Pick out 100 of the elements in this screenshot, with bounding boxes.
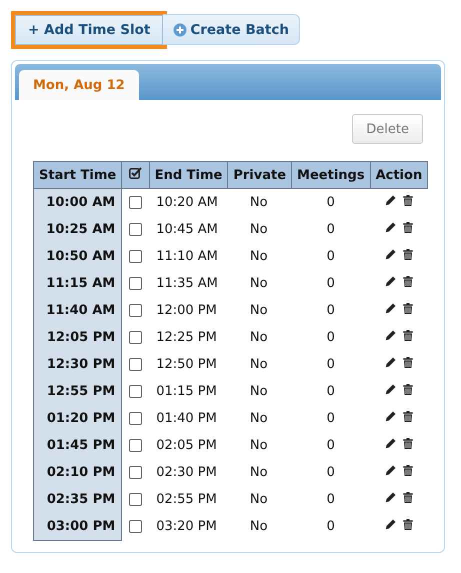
meetings-count: 0 (326, 249, 335, 264)
end-time: 10:45 AM (156, 222, 218, 237)
trash-icon[interactable] (402, 303, 413, 314)
checkbox[interactable] (129, 250, 142, 263)
pencil-icon[interactable] (384, 465, 396, 476)
trash-icon[interactable] (402, 276, 413, 287)
start-time: 12:05 PM (46, 330, 116, 345)
private-value: No (250, 438, 268, 453)
end-time: 02:30 PM (156, 465, 217, 480)
trash-icon[interactable] (402, 411, 413, 422)
trash-icon[interactable] (402, 438, 413, 449)
start-time: 11:15 AM (46, 276, 116, 291)
checkbox[interactable] (129, 330, 142, 344)
private-value: No (250, 492, 268, 507)
start-time: 11:40 AM (46, 303, 116, 318)
private-value: No (250, 276, 268, 291)
end-time: 11:35 AM (156, 276, 218, 291)
pencil-icon[interactable] (384, 492, 396, 503)
start-time: 03:00 PM (46, 519, 116, 534)
private-value: No (250, 411, 268, 426)
checkbox[interactable] (129, 304, 142, 317)
private-value: No (250, 384, 268, 399)
plus-circle-icon (173, 22, 188, 36)
start-time: 01:20 PM (46, 411, 116, 426)
checkbox[interactable] (129, 520, 142, 534)
meetings-count: 0 (326, 303, 335, 318)
checkbox-icon (128, 167, 142, 179)
trash-icon[interactable] (402, 222, 413, 233)
meetings-count: 0 (326, 492, 335, 507)
end-time: 12:50 PM (156, 357, 217, 372)
pencil-icon[interactable] (384, 384, 396, 395)
meetings-count: 0 (326, 465, 335, 480)
trash-icon[interactable] (402, 249, 413, 260)
private-value: No (250, 303, 268, 318)
meetings-count: 0 (326, 384, 335, 399)
start-time: 10:00 AM (46, 195, 116, 210)
column-header: Action (376, 168, 422, 182)
toolbar-button[interactable]: Create Batch (163, 14, 300, 45)
trash-icon[interactable] (402, 195, 413, 206)
start-time: 12:30 PM (46, 357, 116, 372)
checkbox[interactable] (129, 466, 142, 479)
delete-button[interactable]: Delete (352, 114, 423, 144)
checkbox[interactable] (129, 412, 142, 425)
private-value: No (250, 195, 268, 210)
meetings-count: 0 (326, 330, 335, 345)
meetings-count: 0 (326, 411, 335, 426)
private-value: No (250, 249, 268, 264)
pencil-icon[interactable] (384, 249, 396, 260)
trash-icon[interactable] (402, 384, 413, 395)
meetings-count: 0 (326, 276, 335, 291)
private-value: No (250, 222, 268, 237)
checkbox[interactable] (129, 384, 142, 398)
start-time: 01:45 PM (46, 438, 116, 453)
pencil-icon[interactable] (384, 195, 396, 206)
end-time: 03:20 PM (156, 519, 217, 534)
trash-icon[interactable] (402, 519, 413, 530)
trash-icon[interactable] (402, 330, 413, 341)
end-time: 01:40 PM (156, 411, 217, 426)
start-time: 12:55 PM (46, 384, 116, 399)
start-time: 10:50 AM (46, 249, 116, 264)
checkbox[interactable] (129, 222, 142, 236)
private-value: No (250, 519, 268, 534)
end-time: 02:55 PM (156, 492, 217, 507)
end-time: 01:15 PM (156, 384, 217, 399)
pencil-icon[interactable] (384, 276, 396, 287)
meetings-count: 0 (326, 222, 335, 237)
pencil-icon[interactable] (384, 330, 396, 341)
end-time: 12:25 PM (156, 330, 217, 345)
pencil-icon[interactable] (384, 357, 396, 368)
end-time: 02:05 PM (156, 438, 217, 453)
meetings-count: 0 (326, 519, 335, 534)
column-header: Start Time (39, 168, 116, 182)
start-time: 10:25 AM (46, 222, 116, 237)
column-header: End Time (154, 168, 222, 182)
checkbox[interactable] (129, 196, 142, 209)
meetings-count: 0 (326, 357, 335, 372)
private-value: No (250, 357, 268, 372)
end-time: 12:00 PM (156, 303, 217, 318)
trash-icon[interactable] (402, 465, 413, 476)
meetings-count: 0 (326, 438, 335, 453)
pencil-icon[interactable] (384, 519, 396, 530)
private-value: No (250, 465, 268, 480)
column-header: Meetings (297, 168, 365, 182)
private-value: No (250, 330, 268, 345)
start-time: 02:35 PM (46, 492, 116, 507)
checkbox[interactable] (129, 438, 142, 452)
checkbox[interactable] (129, 492, 142, 506)
checkbox[interactable] (129, 358, 142, 371)
meetings-count: 0 (326, 195, 335, 210)
pencil-icon[interactable] (384, 303, 396, 314)
trash-icon[interactable] (402, 492, 413, 503)
pencil-icon[interactable] (384, 222, 396, 233)
trash-icon[interactable] (402, 357, 413, 368)
pencil-icon[interactable] (384, 411, 396, 422)
column-header: Private (233, 168, 286, 182)
checkbox[interactable] (129, 276, 142, 290)
start-time: 02:10 PM (46, 465, 116, 480)
pencil-icon[interactable] (384, 438, 396, 449)
end-time: 10:20 AM (156, 195, 218, 210)
end-time: 11:10 AM (156, 249, 218, 264)
